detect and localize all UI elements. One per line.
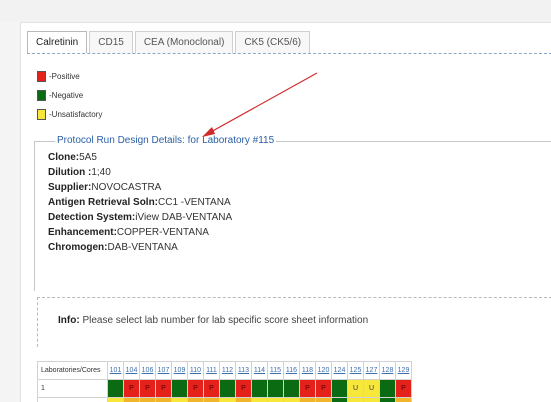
detail-dilution: Dilution :1;40 bbox=[48, 167, 111, 178]
tab-cea-monoclonal[interactable]: CEA (Monoclonal) bbox=[134, 31, 234, 53]
protocol-title: Protocol Run Design Details: for Laborat… bbox=[55, 135, 277, 146]
score-cell[interactable]: N bbox=[171, 379, 188, 398]
lab-link[interactable]: 124 bbox=[331, 361, 348, 380]
lab-link[interactable]: 104 bbox=[123, 361, 140, 380]
lab-link[interactable]: 113 bbox=[235, 361, 252, 380]
legend-label: -Unsatisfactory bbox=[49, 110, 103, 119]
lab-link[interactable]: 129 bbox=[395, 361, 412, 380]
positive-swatch bbox=[37, 71, 46, 82]
score-grid-header-label: Laboratories/Cores bbox=[37, 361, 108, 380]
legend-item-unsatisfactory: -Unsatisfactory bbox=[37, 105, 102, 124]
main-panel: Calretinin CD15 CEA (Monoclonal) CK5 (CK… bbox=[20, 22, 551, 402]
detail-supplier: Supplier:NOVOCASTRA bbox=[48, 182, 162, 193]
info-box: Info: Please select lab number for lab s… bbox=[37, 297, 551, 347]
score-cell[interactable]: N bbox=[331, 379, 348, 398]
lab-link[interactable]: 118 bbox=[299, 361, 316, 380]
lab-link[interactable]: 128 bbox=[379, 361, 396, 380]
lab-link[interactable]: 127 bbox=[363, 361, 380, 380]
tab-underline bbox=[27, 53, 551, 54]
score-cell[interactable]: N bbox=[107, 379, 124, 398]
negative-swatch bbox=[37, 90, 46, 101]
detail-enhancement: Enhancement:COPPER-VENTANA bbox=[48, 227, 209, 238]
legend-label: -Negative bbox=[49, 91, 84, 100]
score-cell[interactable]: P bbox=[139, 379, 156, 398]
score-grid-header: Laboratories/Cores 101 104 106 107 109 110 111 1… bbox=[37, 361, 412, 380]
lab-link[interactable]: 110 bbox=[187, 361, 204, 380]
top-strip bbox=[0, 0, 551, 22]
lab-link[interactable]: 125 bbox=[347, 361, 364, 380]
score-grid: Laboratories/Cores 101 104 106 107 109 110 111 1… bbox=[37, 361, 412, 402]
lab-link[interactable]: 115 bbox=[267, 361, 284, 380]
score-cell[interactable]: N bbox=[219, 379, 236, 398]
tab-ck5[interactable]: CK5 (CK5/6) bbox=[235, 31, 311, 53]
score-cell[interactable]: N bbox=[267, 379, 284, 398]
score-cell[interactable]: P bbox=[235, 379, 252, 398]
score-cell[interactable]: P bbox=[395, 379, 412, 398]
score-cell[interactable]: P bbox=[187, 379, 204, 398]
tab-calretinin[interactable]: Calretinin bbox=[27, 31, 88, 53]
detail-chromogen: Chromogen:DAB-VENTANA bbox=[48, 242, 178, 253]
detail-detection-system: Detection System:iView DAB-VENTANA bbox=[48, 212, 233, 223]
lab-link[interactable]: 116 bbox=[283, 361, 300, 380]
score-cell[interactable]: P bbox=[155, 379, 172, 398]
info-text: Info: Please select lab number for lab s… bbox=[58, 315, 369, 326]
score-cell[interactable]: U bbox=[347, 379, 364, 398]
detail-antigen-retrieval: Antigen Retrieval Soln:CC1 -VENTANA bbox=[48, 197, 231, 208]
score-cell[interactable]: U bbox=[363, 379, 380, 398]
tab-cd15[interactable]: CD15 bbox=[89, 31, 133, 53]
score-cell[interactable]: P bbox=[299, 379, 316, 398]
protocol-details: Clone:5A5 Dilution :1;40 Supplier:NOVOCA… bbox=[48, 150, 232, 255]
antibody-tabs: Calretinin CD15 CEA (Monoclonal) CK5 (CK… bbox=[27, 31, 312, 53]
score-cell[interactable]: P bbox=[123, 379, 140, 398]
score-cell[interactable]: N bbox=[283, 379, 300, 398]
unsatisfactory-swatch bbox=[37, 109, 46, 120]
lab-link[interactable]: 106 bbox=[139, 361, 156, 380]
table-row bbox=[37, 397, 412, 402]
score-cell[interactable]: N bbox=[251, 379, 268, 398]
lab-link[interactable]: 111 bbox=[203, 361, 220, 380]
detail-clone: Clone:5A5 bbox=[48, 152, 97, 163]
legend-label: -Positive bbox=[49, 72, 80, 81]
lab-link[interactable]: 120 bbox=[315, 361, 332, 380]
score-legend: -Positive -Negative -Unsatisfactory bbox=[37, 67, 102, 124]
lab-link[interactable]: 107 bbox=[155, 361, 172, 380]
score-cell[interactable]: P bbox=[315, 379, 332, 398]
score-cell[interactable]: N bbox=[379, 379, 396, 398]
lab-link[interactable]: 112 bbox=[219, 361, 236, 380]
lab-link[interactable]: 101 bbox=[107, 361, 124, 380]
lab-link[interactable]: 109 bbox=[171, 361, 188, 380]
legend-item-positive: -Positive bbox=[37, 67, 102, 86]
table-row: 1NPPPNPPNPNNNPPNUUNP bbox=[37, 379, 412, 398]
score-cell[interactable]: P bbox=[203, 379, 220, 398]
lab-link[interactable]: 114 bbox=[251, 361, 268, 380]
legend-item-negative: -Negative bbox=[37, 86, 102, 105]
core-label: 1 bbox=[37, 379, 108, 398]
